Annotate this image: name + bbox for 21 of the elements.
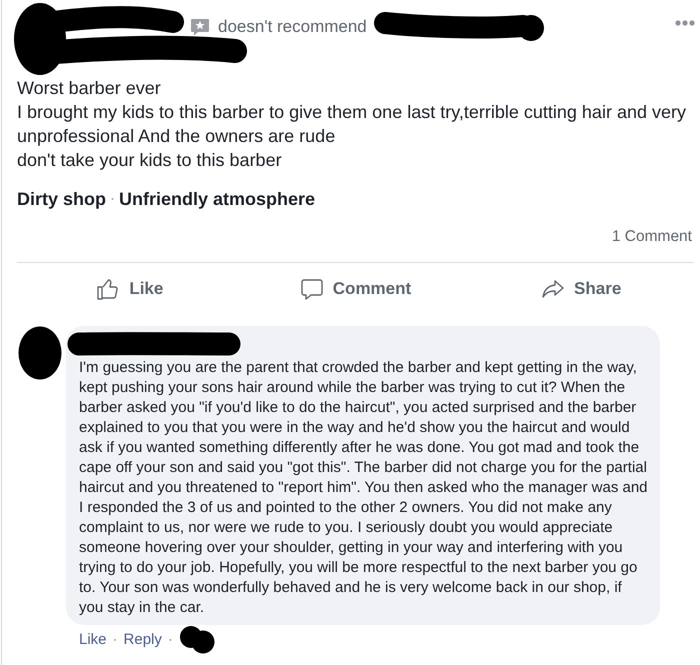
redaction-scribble <box>178 626 215 654</box>
reply-link[interactable]: Reply <box>124 631 162 649</box>
separator-dot: · <box>110 189 116 209</box>
review-text: don't take your kids to this barber <box>17 149 283 172</box>
star-badge-icon <box>190 18 210 36</box>
speech-bubble-icon <box>300 277 324 301</box>
comment-text: I'm guessing you are the parent that crowded the barber and kept getting in the way, kept pushing your sons hair around while the barber was trying to cut it? When the barber asked you "if you'd like to do the haircut", you acted surprised and the barber explained to you that you were in the way and he'd show you the haircut and would ask if you wanted something differently after he was done. You got mad and took the cape off your son and said you "got this". The barber did not charge you for the partial haircut and you threatened to "report him". You then asked who the manager was and I responded the 3 of us and pointed to the other 2 owners. You did not make any complaint to us, nor were we rude to you. I seriously doubt you would appreciate someone hovering over your shoulder, getting in your way and interfering with you trying to do your job. Hopefully, you will be more respectful to the next barber you go to. Your son was wonderfully behaved and he is very welcome back in our shop, if you stay in the car. <box>79 358 649 618</box>
review-tag: Unfriendly atmosphere <box>119 187 316 211</box>
like-link[interactable]: Like <box>79 631 107 649</box>
comment-count: 1 Comment <box>610 227 693 247</box>
share-button[interactable]: Share <box>468 271 694 307</box>
comment-button[interactable]: Comment <box>242 271 468 307</box>
review-title: Worst barber ever <box>17 77 162 100</box>
separator-dot: · <box>112 631 118 649</box>
more-options-icon <box>675 20 695 26</box>
thumbs-up-icon <box>96 277 120 301</box>
like-button[interactable]: Like <box>17 271 243 307</box>
review-tag: Dirty shop <box>17 187 106 211</box>
redaction-scribble <box>18 326 62 380</box>
separator-dot: · <box>168 631 173 649</box>
recommendation-text: doesn't recommend <box>218 17 367 37</box>
